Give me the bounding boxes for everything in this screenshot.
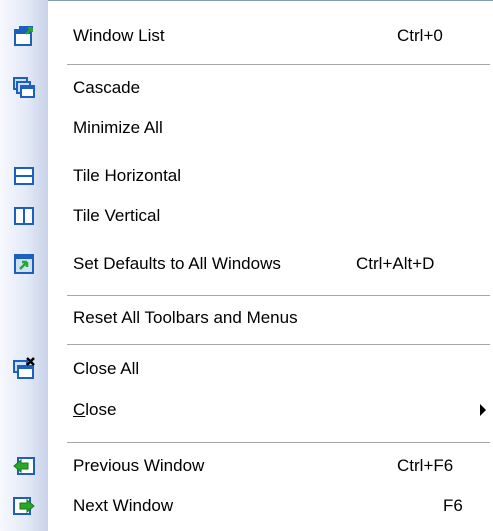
menu-item-label: Previous Window: [73, 456, 205, 475]
window-menu: Window List Ctrl+0 Cascade Minimize All …: [0, 0, 493, 531]
menu-item-label: Minimize All: [73, 118, 163, 137]
close-all-icon: [12, 357, 36, 381]
menu-item-close[interactable]: Close: [0, 390, 493, 430]
menu-item-label: Close: [73, 390, 116, 430]
menu-separator: [67, 442, 490, 443]
menu-item-label: Tile Horizontal: [73, 166, 182, 185]
menu-item-close-all[interactable]: Close All: [0, 349, 493, 389]
cascade-icon: [12, 76, 36, 100]
menu-separator: [67, 344, 490, 345]
menu-item-label: Tile Vertical: [73, 206, 161, 225]
menu-item-next-window[interactable]: Next Window F6: [0, 486, 493, 526]
menu-item-tile-horizontal[interactable]: Tile Horizontal: [0, 156, 493, 196]
menu-item-mnemonic: C: [73, 400, 86, 419]
menu-item-label: Next Window: [73, 496, 174, 515]
menu-separator: [67, 295, 490, 296]
menu-item-set-defaults[interactable]: Set Defaults to All Windows Ctrl+Alt+D: [0, 244, 493, 284]
next-window-icon: [12, 494, 36, 518]
menu-item-shortcut: Ctrl+F6: [397, 456, 454, 475]
submenu-arrow-icon: [480, 404, 486, 416]
menu-separator: [67, 64, 490, 65]
menu-item-tile-vertical[interactable]: Tile Vertical: [0, 196, 493, 236]
tile-vertical-icon: [12, 204, 36, 228]
menu-item-label: Close All: [73, 359, 140, 378]
tile-horizontal-icon: [12, 164, 36, 188]
menu-item-label-rest: lose: [85, 400, 117, 419]
menu-item-minimize-all[interactable]: Minimize All: [0, 108, 493, 148]
menu-item-previous-window[interactable]: Previous Window Ctrl+F6: [0, 446, 493, 486]
menu-item-shortcut: Ctrl+0: [397, 26, 443, 45]
menu-item-label: Set Defaults to All Windows: [73, 254, 281, 273]
window-list-icon: [12, 24, 36, 48]
menu-item-shortcut: Ctrl+Alt+D: [356, 254, 435, 273]
menu-item-cascade[interactable]: Cascade: [0, 68, 493, 108]
set-defaults-icon: [12, 252, 36, 276]
menu-item-shortcut: F6: [443, 496, 463, 515]
menu-item-label: Window List: [73, 26, 165, 45]
menu-item-window-list[interactable]: Window List Ctrl+0: [0, 16, 493, 56]
menu-item-label: Cascade: [73, 78, 141, 97]
menu-top-border: [48, 0, 493, 1]
previous-window-icon: [12, 454, 36, 478]
menu-item-reset-toolbars[interactable]: Reset All Toolbars and Menus: [0, 298, 493, 338]
menu-item-label: Reset All Toolbars and Menus: [73, 308, 298, 327]
